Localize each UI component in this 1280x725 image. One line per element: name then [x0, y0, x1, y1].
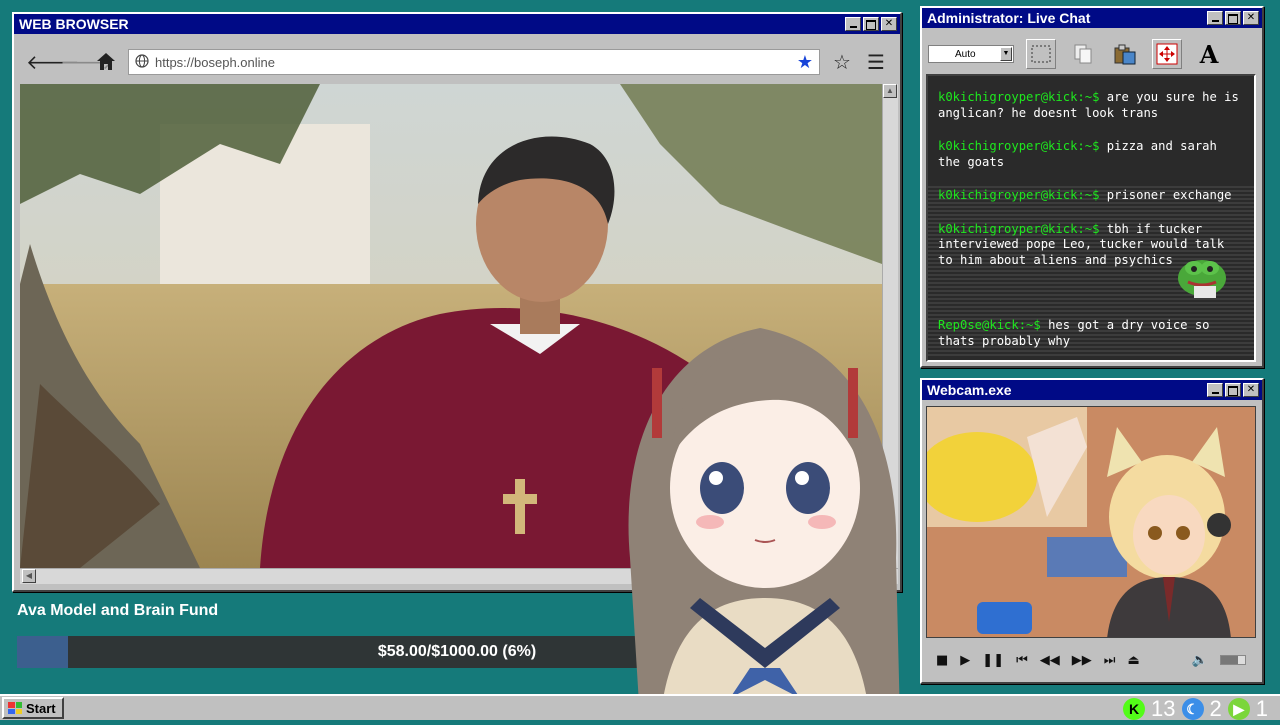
kick-icon[interactable]: K	[1123, 698, 1146, 720]
vtuber-avatar	[600, 308, 926, 720]
chat-message: Rep0se@kick:~$ hes got a dry voice so th…	[938, 318, 1244, 349]
taskbar: Start K 13 ☾ 2 ▶ 1	[0, 694, 1280, 722]
minimize-button[interactable]	[1207, 383, 1223, 397]
kick-count: 13	[1151, 696, 1176, 721]
close-button[interactable]: ✕	[1243, 11, 1259, 25]
stop-icon[interactable]: ■	[936, 653, 948, 668]
frog-emote-icon	[1176, 252, 1228, 298]
close-button[interactable]: ✕	[1243, 383, 1259, 397]
hamburger-icon[interactable]: ☰	[864, 50, 888, 74]
arrow-right-icon[interactable]: 🡒	[60, 50, 114, 74]
font-size-select[interactable]: Auto ▼	[928, 45, 1014, 63]
volume-icon[interactable]: 🔈	[1192, 653, 1208, 668]
arrow-left-icon[interactable]: 🡐	[26, 50, 80, 74]
chat-titlebar[interactable]: Administrator: Live Chat ✕	[922, 8, 1262, 28]
scroll-left-icon[interactable]: ◀	[22, 569, 36, 583]
paste-icon[interactable]	[1110, 39, 1140, 69]
play-count: 1	[1255, 696, 1268, 721]
eject-icon[interactable]: ⏏	[1128, 653, 1140, 668]
move-icon[interactable]	[1152, 39, 1182, 69]
chat-message: k0kichigroyper@kick:~$ pizza and sarah t…	[938, 139, 1244, 170]
volume-slider[interactable]	[1220, 655, 1246, 665]
media-controls: ■ ▶ ❚❚ ⏮ ◀◀ ▶▶ ⏭ ⏏ 🔈	[926, 642, 1256, 678]
skip-back-icon[interactable]: ⏮	[1016, 653, 1028, 668]
minimize-button[interactable]	[1207, 11, 1223, 25]
chat-username: k0kichigroyper@kick:~$	[938, 221, 1100, 236]
chat-username: k0kichigroyper@kick:~$	[938, 90, 1100, 104]
browser-navbar: 🡐 🡒 https://boseph.online ★ ☆ ☰	[18, 40, 896, 84]
fund-title: Ava Model and Brain Fund	[17, 602, 219, 619]
webcam-titlebar[interactable]: Webcam.exe ✕	[922, 380, 1262, 400]
play-icon[interactable]: ▶	[960, 653, 970, 668]
webcam-window: Webcam.exe ✕ ■ ▶ ❚❚ ⏮ ◀◀ ▶▶ ⏭ ⏏ 🔈	[920, 378, 1264, 684]
start-label: Start	[26, 700, 56, 716]
copy-icon[interactable]	[1068, 39, 1098, 69]
minimize-button[interactable]	[845, 17, 861, 31]
play-circle-icon[interactable]: ▶	[1227, 698, 1250, 720]
chat-toolbar: Auto ▼ A	[926, 34, 1256, 74]
home-icon[interactable]	[94, 50, 118, 74]
chat-text: prisoner exchange	[1106, 188, 1232, 202]
chat-username: k0kichigroyper@kick:~$	[938, 139, 1100, 153]
fast-forward-icon[interactable]: ▶▶	[1072, 653, 1092, 668]
address-bar[interactable]: https://boseph.online ★	[128, 49, 820, 75]
system-tray: K 13 ☾ 2 ▶ 1	[1123, 696, 1268, 722]
webcam-feed	[926, 406, 1256, 638]
moon-count: 2	[1209, 696, 1222, 721]
moon-icon[interactable]: ☾	[1181, 698, 1204, 720]
skip-forward-icon[interactable]: ⏭	[1104, 653, 1116, 668]
text-icon[interactable]: A	[1194, 39, 1224, 69]
chat-window: Administrator: Live Chat ✕ Auto ▼ A k0ki…	[920, 6, 1264, 368]
pause-icon[interactable]: ❚❚	[982, 653, 1004, 668]
chat-message: k0kichigroyper@kick:~$ prisoner exchange	[938, 188, 1244, 204]
chevron-down-icon[interactable]: ▼	[1000, 47, 1012, 61]
chat-message: k0kichigroyper@kick:~$ are you sure he i…	[938, 90, 1244, 121]
font-size-value: Auto	[955, 48, 976, 60]
chat-log[interactable]: k0kichigroyper@kick:~$ are you sure he i…	[926, 74, 1256, 362]
chat-username: k0kichigroyper@kick:~$	[938, 188, 1100, 202]
maximize-button[interactable]	[863, 17, 879, 31]
maximize-button[interactable]	[1225, 383, 1241, 397]
rewind-icon[interactable]: ◀◀	[1040, 653, 1060, 668]
browser-titlebar[interactable]: WEB BROWSER ✕	[14, 14, 900, 34]
chat-title: Administrator: Live Chat	[927, 10, 1091, 26]
browser-title: WEB BROWSER	[19, 16, 129, 32]
star-filled-icon[interactable]: ★	[797, 52, 813, 73]
webcam-title: Webcam.exe	[927, 382, 1012, 398]
selection-icon[interactable]	[1026, 39, 1056, 69]
close-button[interactable]: ✕	[881, 17, 897, 31]
star-outline-icon[interactable]: ☆	[830, 50, 854, 74]
start-button[interactable]: Start	[2, 697, 64, 719]
url-text: https://boseph.online	[155, 54, 275, 70]
maximize-button[interactable]	[1225, 11, 1241, 25]
scroll-up-icon[interactable]: ▲	[883, 84, 897, 98]
globe-icon	[135, 53, 149, 71]
chat-username: Rep0se@kick:~$	[938, 318, 1041, 332]
windows-logo-icon	[8, 702, 22, 714]
